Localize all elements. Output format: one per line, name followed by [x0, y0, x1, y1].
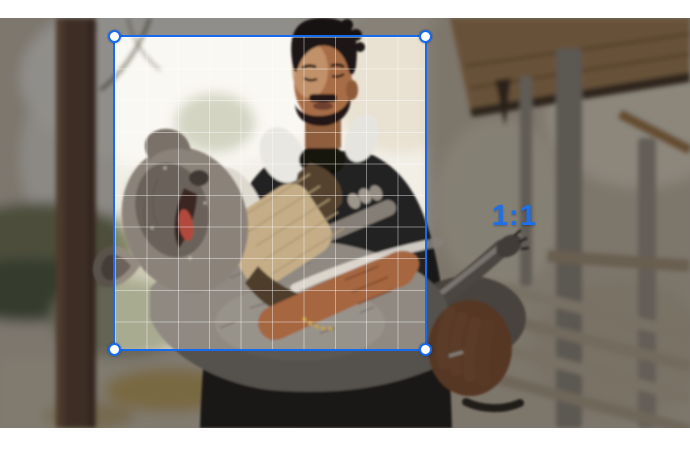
crop-selection-box[interactable] — [108, 30, 432, 356]
crop-editor-screen: 1:1 — [0, 0, 690, 450]
crop-handle-top-right[interactable] — [419, 30, 432, 43]
crop-handle-bottom-left[interactable] — [108, 343, 121, 356]
crop-grid-overlay — [115, 37, 425, 349]
tree-trunk — [56, 18, 96, 428]
crop-handle-bottom-right[interactable] — [419, 343, 432, 356]
crop-handle-top-left[interactable] — [108, 30, 121, 43]
